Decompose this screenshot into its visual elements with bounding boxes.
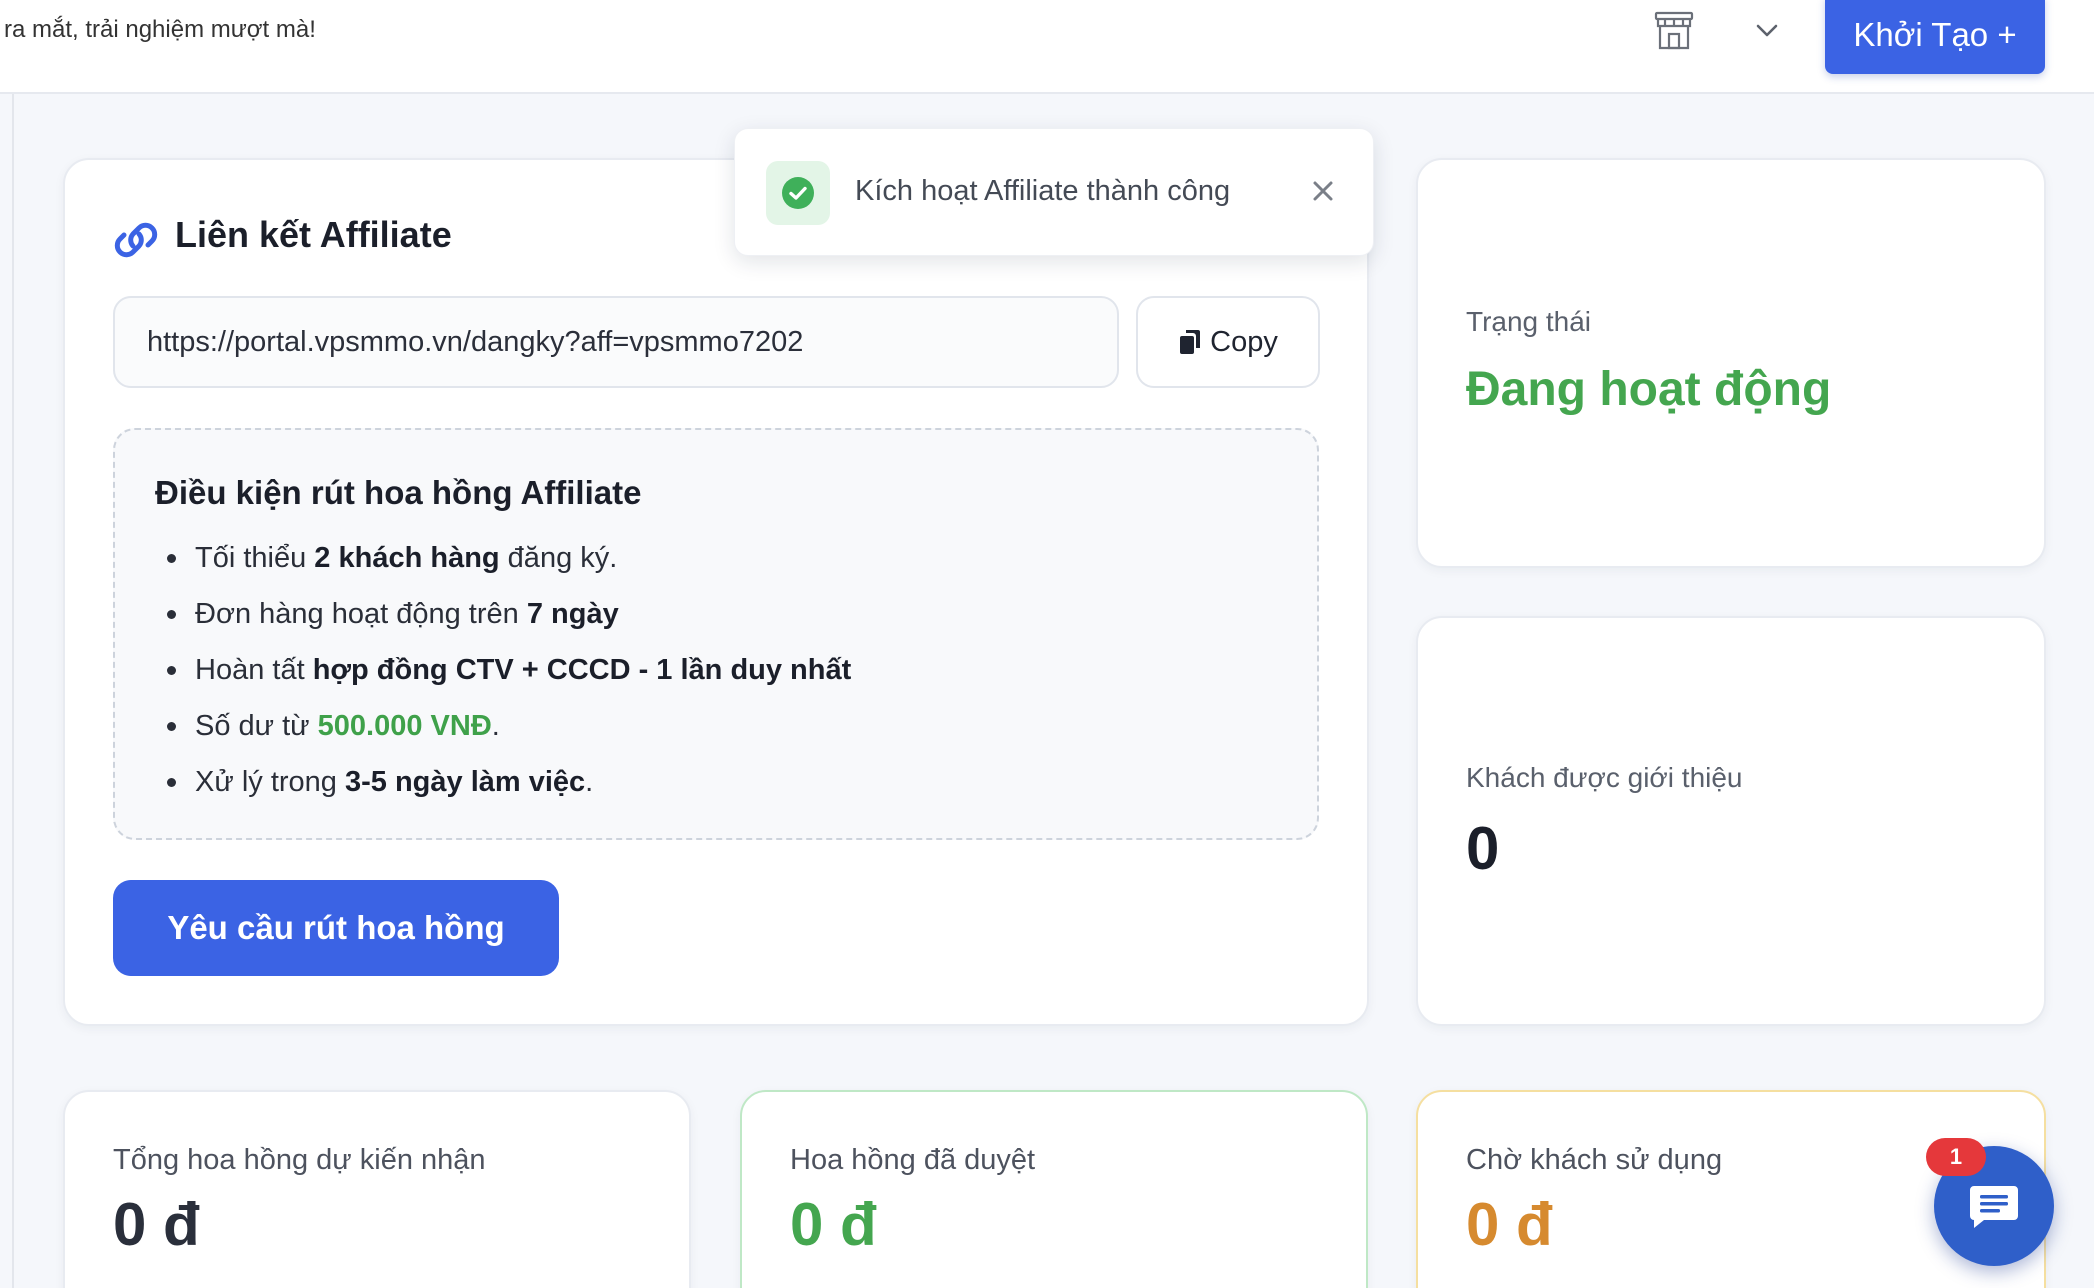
affiliate-link-field[interactable]: https://portal.vpsmmo.vn/dangky?aff=vpsm… (113, 296, 1119, 388)
stat-label: Hoa hồng đã duyệt (790, 1144, 1036, 1176)
create-button[interactable]: Khởi Tạo + (1825, 0, 2045, 74)
stat-value: 0 đ (790, 1191, 877, 1258)
announcement-marquee: ra mắt, trải nghiệm mượt mà! (4, 16, 316, 43)
referrals-label: Khách được giới thiệu (1466, 762, 1743, 793)
copy-label: Copy (1210, 325, 1278, 358)
approved-commission-card: Hoa hồng đã duyệt 0 đ (740, 1090, 1368, 1288)
affiliate-title: Liên kết Affiliate (175, 214, 452, 255)
affiliate-link-card: Liên kết Affiliate https://portal.vpsmmo… (63, 158, 1369, 1026)
list-item: Xử lý trong 3-5 ngày làm việc. (167, 754, 851, 810)
withdraw-conditions: Điều kiện rút hoa hồng Affiliate Tối thi… (113, 428, 1319, 840)
list-item: Đơn hàng hoạt động trên 7 ngày (167, 586, 851, 642)
list-item: Số dư từ 500.000 VNĐ. (167, 698, 851, 754)
status-card: Trạng thái Đang hoạt động (1416, 158, 2046, 568)
copy-button[interactable]: Copy (1136, 296, 1320, 388)
referrals-value: 0 (1466, 815, 1500, 882)
chat-unread-badge: 1 (1926, 1138, 1986, 1176)
stat-value: 0 đ (1466, 1191, 1553, 1258)
check-circle-icon (766, 161, 830, 225)
chat-icon (1970, 1186, 2018, 1228)
conditions-list: Tối thiểu 2 khách hàng đăng ký. Đơn hàng… (167, 530, 851, 810)
close-icon[interactable] (1307, 175, 1339, 207)
expected-commission-card: Tổng hoa hồng dự kiến nhận 0 đ (63, 1090, 691, 1288)
chevron-down-icon[interactable] (1752, 18, 1782, 42)
copy-icon (1180, 330, 1201, 354)
request-withdraw-button[interactable]: Yêu cầu rút hoa hồng (113, 880, 559, 976)
referrals-card: Khách được giới thiệu 0 (1416, 616, 2046, 1026)
sidebar-divider (12, 94, 14, 1288)
status-label: Trạng thái (1466, 306, 1592, 337)
top-bar: ra mắt, trải nghiệm mượt mà! Khởi Tạo + (0, 0, 2094, 94)
status-value: Đang hoạt động (1466, 363, 1832, 416)
list-item: Tối thiểu 2 khách hàng đăng ký. (167, 530, 851, 586)
success-toast: Kích hoạt Affiliate thành công (734, 128, 1374, 256)
stat-label: Tổng hoa hồng dự kiến nhận (113, 1144, 486, 1176)
link-icon (113, 220, 159, 260)
stat-label: Chờ khách sử dụng (1466, 1144, 1723, 1176)
conditions-title: Điều kiện rút hoa hồng Affiliate (155, 474, 642, 511)
toast-message: Kích hoạt Affiliate thành công (855, 175, 1231, 207)
list-item: Hoàn tất hợp đồng CTV + CCCD - 1 lần duy… (167, 642, 851, 698)
stat-value: 0 đ (113, 1191, 200, 1258)
shop-icon[interactable] (1652, 10, 1696, 52)
